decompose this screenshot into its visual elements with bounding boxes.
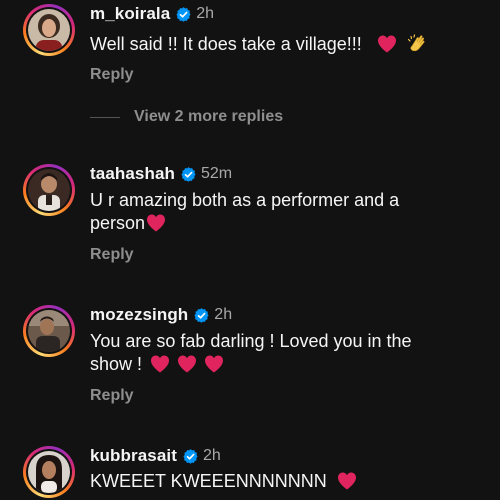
reply-button[interactable]: Reply (90, 246, 134, 264)
timestamp: 2h (214, 306, 233, 323)
red-heart-emoji (178, 355, 197, 373)
timestamp: 2h (202, 447, 221, 464)
avatar[interactable] (23, 446, 75, 498)
red-heart-emoji (337, 472, 356, 490)
timestamp: 52m (201, 165, 233, 182)
red-heart-emoji (377, 35, 396, 53)
timestamp: 2h (196, 5, 215, 22)
view-replies-label: View 2 more replies (134, 108, 284, 125)
comment-text: You are so fab darling ! Loved you in th… (90, 331, 412, 374)
red-heart-emoji (151, 355, 170, 373)
verified-badge-icon (194, 307, 209, 323)
red-heart-emoji (205, 355, 224, 373)
avatar[interactable] (23, 305, 75, 357)
clapping-hands-emoji (407, 34, 425, 52)
verified-badge-icon (176, 6, 191, 22)
username[interactable]: kubbrasait (90, 446, 177, 466)
reply-button[interactable]: Reply (90, 66, 134, 84)
comment-text: Well said !! It does take a village!!! (90, 32, 470, 56)
comment-text: U r amazing both as a performer and a pe… (90, 190, 400, 233)
verified-badge-icon (183, 448, 198, 464)
avatar[interactable] (23, 164, 75, 216)
reply-button[interactable]: Reply (90, 387, 134, 405)
view-more-replies-button[interactable]: View 2 more replies (90, 107, 283, 127)
username[interactable]: m_koirala (90, 4, 170, 24)
verified-badge-icon (181, 166, 196, 182)
username[interactable]: taahashah (90, 164, 175, 184)
divider-line (90, 116, 120, 118)
avatar[interactable] (23, 4, 75, 56)
comment-text: KWEEET KWEEENNNNNNN (90, 470, 470, 493)
red-heart-emoji (147, 214, 166, 232)
username[interactable]: mozezsingh (90, 305, 188, 325)
